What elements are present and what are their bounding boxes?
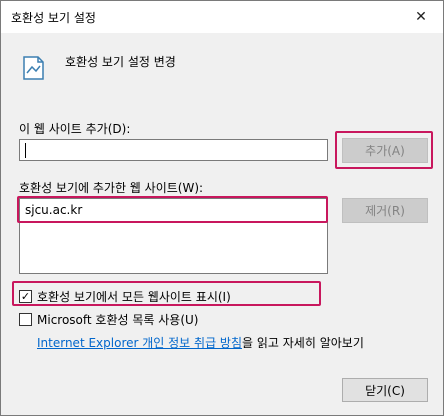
add-site-input[interactable] <box>19 139 328 161</box>
show-all-sites-checkbox[interactable]: ✓ <box>19 290 32 303</box>
privacy-line: Internet Explorer 개인 정보 취급 방침을 읽고 자세히 알아… <box>37 334 364 351</box>
document-settings-icon <box>23 56 44 80</box>
title-bar: 호환성 보기 설정 ✕ <box>1 1 443 33</box>
privacy-policy-link[interactable]: Internet Explorer 개인 정보 취급 방침 <box>37 336 242 350</box>
add-button[interactable]: 추가(A) <box>342 138 428 163</box>
add-site-label: 이 웹 사이트 추가(D): <box>19 122 131 136</box>
ms-compat-list-checkbox[interactable] <box>19 313 32 326</box>
show-all-sites-label: 호환성 보기에서 모든 웹사이트 표시(I) <box>37 290 231 304</box>
compatibility-view-settings-dialog: 호환성 보기 설정 ✕ 호환성 보기 설정 변경 이 웹 사이트 추가(D): … <box>0 0 444 416</box>
text-caret <box>25 143 26 158</box>
close-icon[interactable]: ✕ <box>399 1 443 32</box>
privacy-suffix: 을 읽고 자세히 알아보기 <box>242 336 364 350</box>
list-item[interactable]: sjcu.ac.kr <box>25 203 82 217</box>
show-all-sites-option[interactable]: ✓ 호환성 보기에서 모든 웹사이트 표시(I) <box>19 288 231 305</box>
ms-compat-list-option[interactable]: Microsoft 호환성 목록 사용(U) <box>19 311 198 328</box>
remove-button[interactable]: 제거(R) <box>342 198 428 223</box>
site-list-label: 호환성 보기에 추가한 웹 사이트(W): <box>19 181 204 195</box>
ms-compat-list-label: Microsoft 호환성 목록 사용(U) <box>37 313 199 327</box>
window-title: 호환성 보기 설정 <box>11 11 96 25</box>
site-listbox[interactable]: sjcu.ac.kr <box>19 198 328 274</box>
header-text: 호환성 보기 설정 변경 <box>65 55 176 69</box>
close-button[interactable]: 닫기(C) <box>342 378 428 402</box>
